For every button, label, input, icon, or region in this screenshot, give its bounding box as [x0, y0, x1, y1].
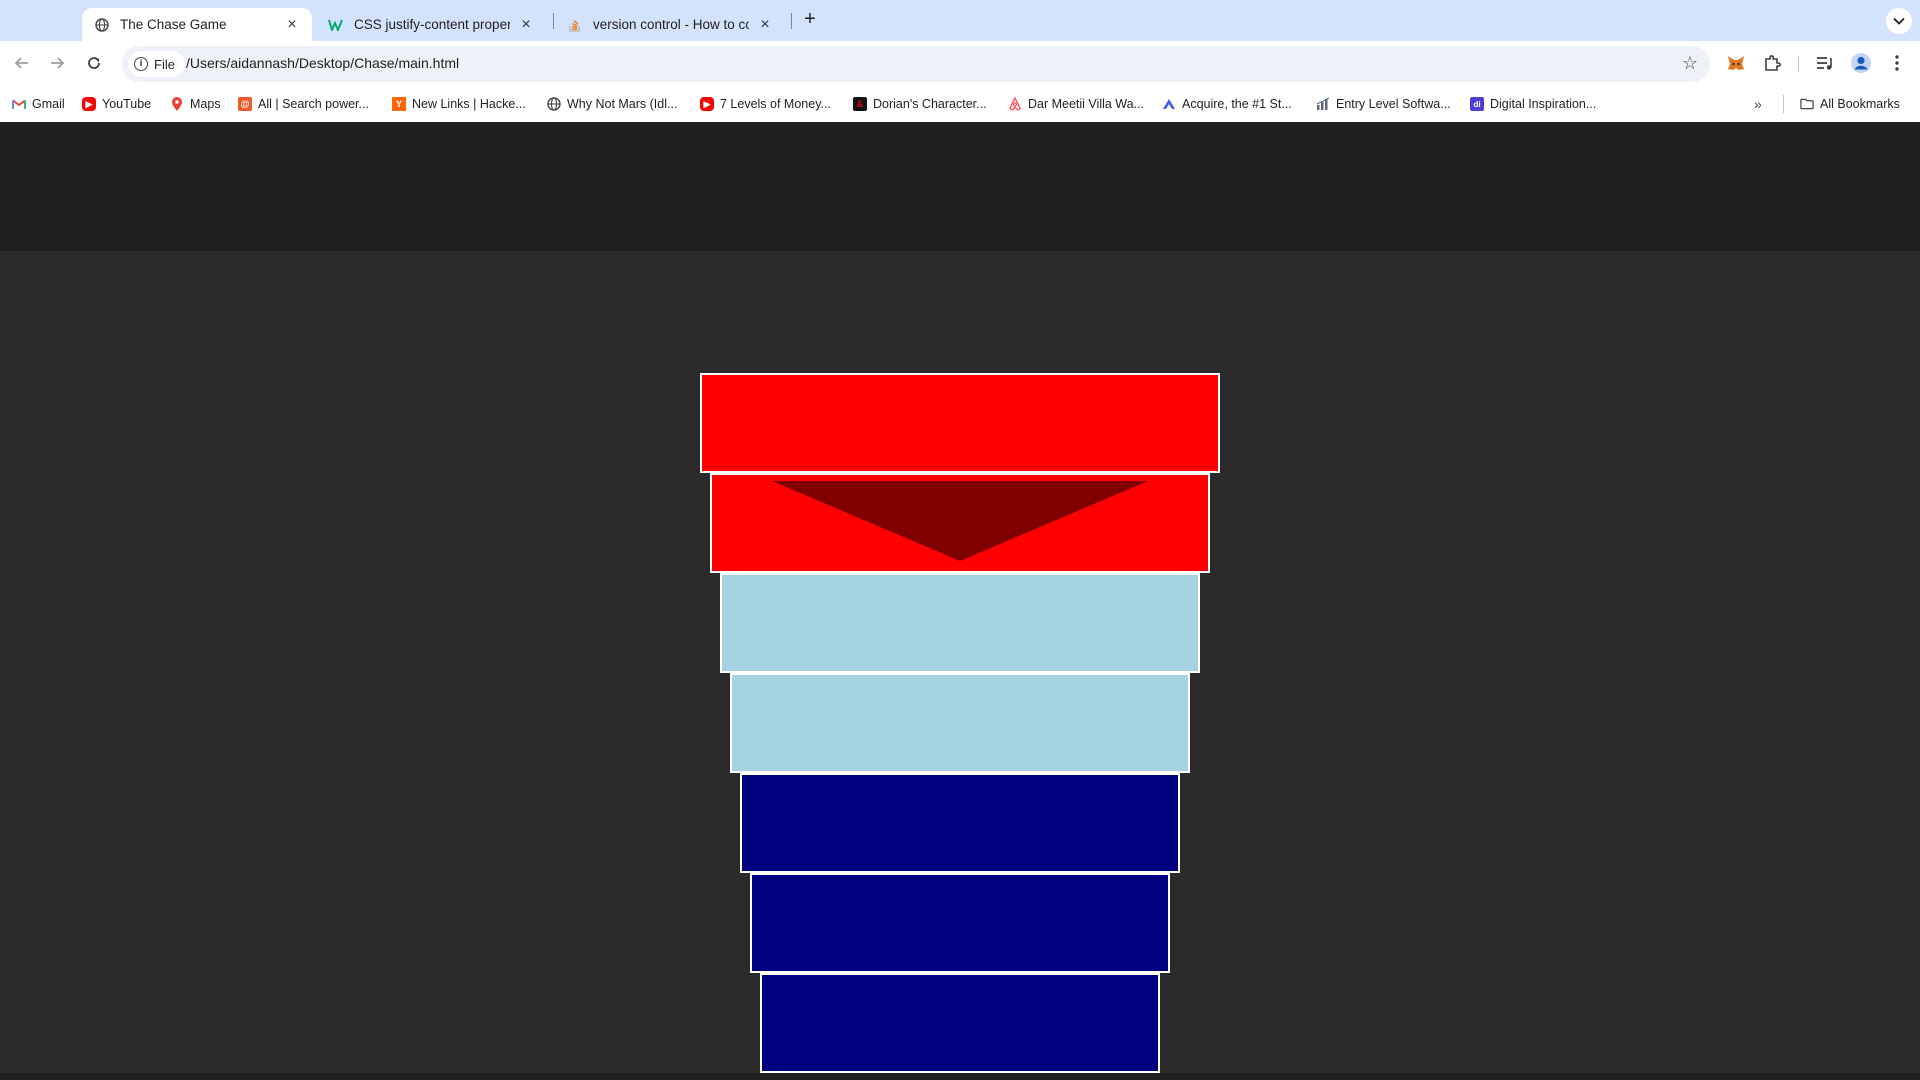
search-power-icon: @: [238, 97, 252, 111]
globe-icon: [94, 17, 110, 33]
reload-icon[interactable]: [82, 51, 106, 75]
site-info-chip[interactable]: i File: [128, 51, 185, 77]
chaser-marker-svg: [772, 481, 1148, 561]
bookmark-maps[interactable]: Maps: [170, 95, 221, 113]
tab-css-justify-content[interactable]: CSS justify-content property ×: [316, 8, 546, 41]
tab-close-icon[interactable]: ×: [518, 16, 534, 33]
info-icon: i: [134, 57, 148, 71]
youtube-icon: ▶: [700, 97, 714, 111]
folder-icon: [1800, 97, 1814, 111]
bookmark-label: 7 Levels of Money...: [720, 97, 831, 111]
url-text: /Users/aidannash/Desktop/Chase/main.html: [186, 55, 460, 71]
game-board: [0, 251, 1920, 1073]
bookmark-label: Maps: [190, 97, 221, 111]
board-row-3: [720, 573, 1200, 673]
tab-title: CSS justify-content property: [354, 17, 510, 32]
di-icon: di: [1470, 97, 1484, 111]
chart-icon: [1316, 97, 1330, 111]
board-row-5: [740, 773, 1180, 873]
address-bar[interactable]: i File /Users/aidannash/Desktop/Chase/ma…: [122, 46, 1710, 82]
new-tab-icon[interactable]: +: [800, 9, 820, 30]
globe-icon: [547, 97, 561, 111]
site-info-label: File: [154, 56, 175, 72]
tab-the-chase-game[interactable]: The Chase Game ×: [82, 8, 312, 41]
back-icon[interactable]: [10, 51, 34, 75]
acquire-icon: [1162, 97, 1176, 111]
tab-close-icon[interactable]: ×: [284, 16, 300, 33]
tab-version-control[interactable]: version control - How to conn ×: [555, 8, 785, 41]
dnd-icon: &: [853, 97, 867, 111]
tab-separator: [553, 13, 554, 29]
tab-strip: The Chase Game × CSS justify-content pro…: [0, 0, 1920, 41]
chaser-marker-triangle: [772, 481, 1148, 561]
bookmark-acquire[interactable]: Acquire, the #1 St...: [1162, 95, 1292, 113]
youtube-icon: ▶: [82, 97, 96, 111]
extensions-icon[interactable]: [1760, 51, 1784, 75]
bookmark-dorians-character[interactable]: & Dorian's Character...: [853, 95, 987, 113]
bookmark-why-not-mars[interactable]: Why Not Mars (Idl...: [547, 95, 677, 113]
bookmark-label: Entry Level Softwa...: [1336, 97, 1451, 111]
bookmark-label: Dar Meetii Villa Wa...: [1028, 97, 1145, 111]
board-row-6: [750, 873, 1170, 973]
stackoverflow-icon: [567, 17, 583, 33]
board-row-1: [700, 373, 1220, 473]
hackernews-icon: Y: [392, 97, 406, 111]
bookmark-7-levels-of-money[interactable]: ▶ 7 Levels of Money...: [700, 95, 831, 113]
bookmark-youtube[interactable]: ▶ YouTube: [82, 95, 151, 113]
gmail-icon: [12, 97, 26, 111]
media-controls-icon[interactable]: [1813, 51, 1837, 75]
bookmark-label: Gmail: [32, 97, 65, 111]
bookmark-label: YouTube: [102, 97, 152, 111]
bookmarks-separator: [1783, 95, 1784, 113]
tab-search-icon[interactable]: [1886, 8, 1912, 34]
bookmarks-bar: Gmail ▶ YouTube Maps @ All | Search powe…: [0, 86, 1920, 122]
tab-separator: [791, 13, 792, 29]
w3schools-icon: [328, 17, 344, 33]
bookmark-star-icon[interactable]: ☆: [1682, 53, 1698, 74]
bookmark-label: Dorian's Character...: [873, 97, 987, 111]
board-row-7: [760, 973, 1160, 1073]
bookmark-label: Why Not Mars (Idl...: [567, 97, 678, 111]
airbnb-icon: [1008, 97, 1022, 111]
browser-toolbar: i File /Users/aidannash/Desktop/Chase/ma…: [0, 41, 1920, 86]
maps-icon: [170, 96, 184, 111]
bookmark-label: Digital Inspiration...: [1490, 97, 1597, 111]
all-bookmarks-label: All Bookmarks: [1820, 97, 1900, 111]
bookmark-hacker-news[interactable]: Y New Links | Hacke...: [392, 95, 526, 113]
tab-close-icon[interactable]: ×: [757, 16, 773, 33]
toolbar-separator: [1798, 56, 1799, 72]
bookmark-label: All | Search power...: [258, 97, 369, 111]
metamask-icon[interactable]: [1724, 51, 1748, 75]
bookmark-search-power[interactable]: @ All | Search power...: [238, 95, 369, 113]
forward-icon[interactable]: [45, 51, 69, 75]
bookmark-label: New Links | Hacke...: [412, 97, 526, 111]
bookmark-digital-inspiration[interactable]: di Digital Inspiration...: [1470, 95, 1596, 113]
all-bookmarks-folder[interactable]: All Bookmarks: [1800, 95, 1900, 113]
menu-kebab-icon[interactable]: [1885, 51, 1909, 75]
board-row-4: [730, 673, 1190, 773]
tab-title: The Chase Game: [120, 17, 227, 32]
profile-avatar-icon[interactable]: [1849, 51, 1873, 75]
tab-title: version control - How to conn: [593, 17, 749, 32]
bookmark-gmail[interactable]: Gmail: [12, 95, 65, 113]
more-bookmarks-icon[interactable]: »: [1754, 95, 1762, 113]
bookmark-dar-meetii-villa[interactable]: Dar Meetii Villa Wa...: [1008, 95, 1144, 113]
bookmark-entry-level-software[interactable]: Entry Level Softwa...: [1316, 95, 1451, 113]
page-viewport: [0, 122, 1920, 1080]
board-row-2: [710, 473, 1210, 573]
bookmark-label: Acquire, the #1 St...: [1182, 97, 1292, 111]
